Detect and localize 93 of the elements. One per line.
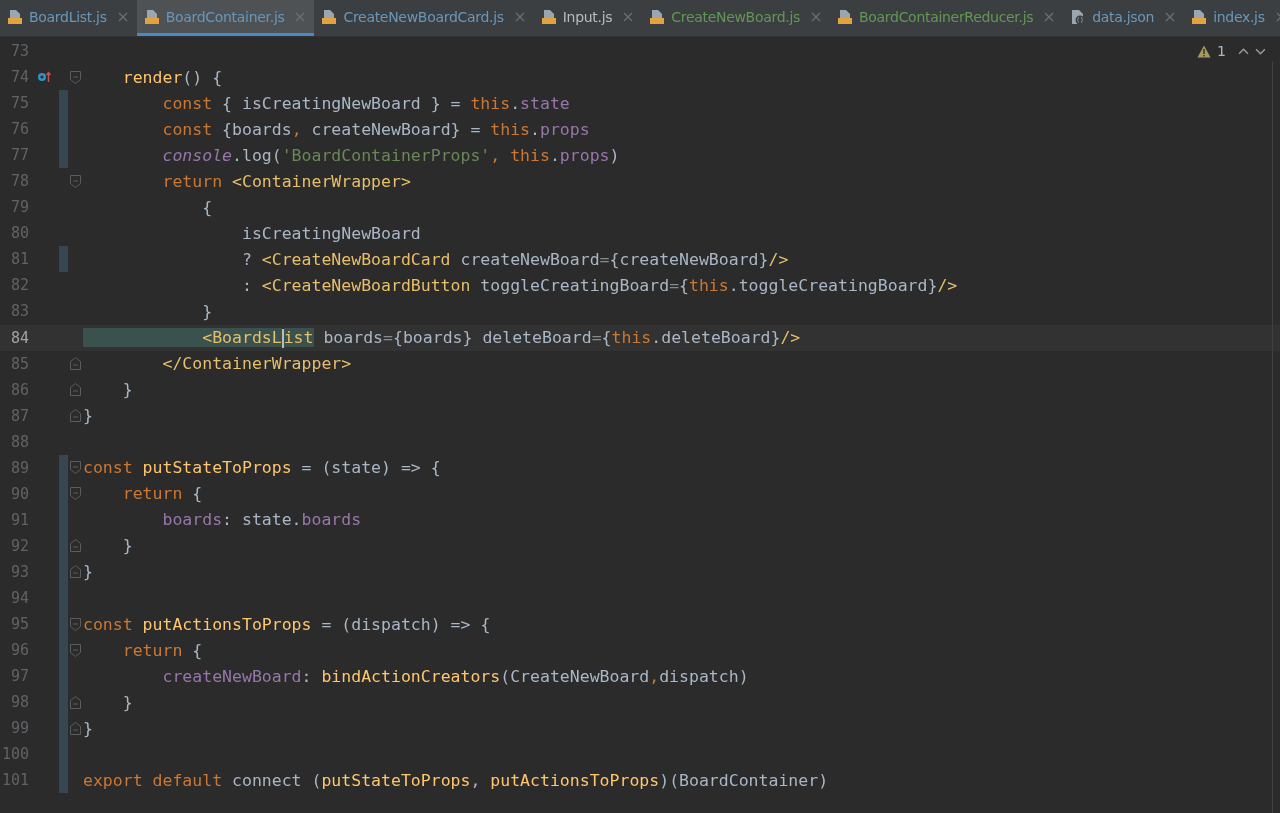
line-number: 94 xyxy=(9,589,29,607)
code-line: return { xyxy=(121,484,203,504)
code-line: } xyxy=(121,536,133,556)
fold-icon[interactable] xyxy=(70,461,81,475)
code-line: } xyxy=(83,562,93,582)
line-number: 89 xyxy=(9,458,29,477)
close-icon[interactable] xyxy=(1044,11,1055,22)
line-number: 84 xyxy=(9,328,29,347)
code-line: const putStateToProps = (state) => { xyxy=(83,458,441,478)
code-line: { xyxy=(201,197,213,217)
unfold-icon[interactable] xyxy=(70,383,81,397)
warning-icon[interactable] xyxy=(1197,44,1212,58)
js-file-icon xyxy=(143,8,160,25)
code-line: return { xyxy=(121,640,203,660)
line-number: 75 xyxy=(9,94,29,113)
line-number: 80 xyxy=(9,224,29,243)
line-number: 79 xyxy=(9,198,29,217)
line-number: 101 xyxy=(0,771,29,790)
js-file-icon xyxy=(649,8,666,25)
line-number: 95 xyxy=(9,615,29,634)
close-icon[interactable] xyxy=(514,11,525,22)
file-tab[interactable]: CreateNewBoardCard.js xyxy=(314,0,534,36)
line-number: 87 xyxy=(9,406,29,425)
unfold-icon[interactable] xyxy=(70,357,81,371)
fold-icon[interactable] xyxy=(70,487,81,501)
js-file-icon xyxy=(540,8,557,25)
override-marker-icon[interactable] xyxy=(37,71,51,84)
line-number: 81 xyxy=(9,250,29,269)
code-line: const { isCreatingNewBoard } = this.state xyxy=(161,93,570,113)
file-tab[interactable]: BoardContainerReducer.js xyxy=(830,0,1064,36)
unfold-icon[interactable] xyxy=(70,409,81,423)
unfold-icon[interactable] xyxy=(70,565,81,579)
unfold-icon[interactable] xyxy=(70,695,81,709)
js-file-icon xyxy=(7,8,23,25)
code-line: render() { xyxy=(121,67,223,87)
code-line: boards: state.boards xyxy=(161,510,362,530)
unfold-icon[interactable] xyxy=(70,539,81,553)
line-number: 73 xyxy=(9,42,29,60)
line-number: 76 xyxy=(9,120,29,139)
code-line: } xyxy=(83,406,93,426)
line-number: 83 xyxy=(9,302,29,321)
code-line: const putActionsToProps = (dispatch) => { xyxy=(83,614,491,634)
line-number: 86 xyxy=(9,380,29,399)
fold-icon[interactable] xyxy=(70,617,81,631)
code-line: console.log('BoardContainerProps', this.props) xyxy=(161,145,620,165)
line-number: 90 xyxy=(9,484,29,503)
fold-icon[interactable] xyxy=(70,174,81,188)
code-line: </ContainerWrapper> xyxy=(161,354,352,374)
code-line: ? <CreateNewBoardCard createNewBoard={createNewBoard}/> xyxy=(240,249,789,269)
line-number: 98 xyxy=(9,693,29,712)
line-number: 99 xyxy=(9,719,29,738)
js-file-icon xyxy=(837,8,853,25)
file-tab[interactable]: Input.js xyxy=(533,0,643,36)
code-line: } xyxy=(83,718,93,738)
file-tab[interactable]: BoardList.js xyxy=(0,0,137,36)
code-line: export default connect (putStateToProps, putActionsToProps)(BoardContainer) xyxy=(83,770,829,790)
chevron-up-icon[interactable] xyxy=(1238,45,1249,57)
close-icon[interactable] xyxy=(1165,11,1176,22)
code-line: : <CreateNewBoardButton toggleCreatingBoard={this.toggleCreatingBoard}/> xyxy=(240,275,958,295)
code-line: } xyxy=(121,380,133,400)
file-tab[interactable]: index.js xyxy=(1184,0,1280,36)
code-line: } xyxy=(121,692,133,712)
line-number: 74 xyxy=(9,68,29,87)
js-file-icon xyxy=(1191,8,1208,25)
code-line: createNewBoard: bindActionCreators(CreateNewBoard,dispatch) xyxy=(161,666,749,686)
line-number: 85 xyxy=(9,354,29,373)
code-line: return <ContainerWrapper> xyxy=(161,171,411,191)
fold-icon[interactable] xyxy=(70,643,81,657)
line-number: 92 xyxy=(9,536,29,555)
line-number: 77 xyxy=(9,146,29,165)
close-icon[interactable] xyxy=(811,11,821,22)
line-number: 96 xyxy=(9,641,29,660)
unfold-icon[interactable] xyxy=(70,721,81,735)
code-line: <BoardsL ist boards={boards} deleteBoard={this.deleteBoard}/> xyxy=(83,327,801,348)
file-tab[interactable]: BoardContainer.js xyxy=(136,0,315,36)
line-number: 91 xyxy=(9,510,29,529)
line-number: 82 xyxy=(9,276,29,295)
fold-icon[interactable] xyxy=(70,70,81,84)
code-line: const {boards, createNewBoard} = this.props xyxy=(161,119,590,139)
code-line: isCreatingNewBoard xyxy=(240,223,421,243)
close-icon[interactable] xyxy=(623,11,634,22)
line-number: 88 xyxy=(9,432,29,451)
close-icon[interactable] xyxy=(295,11,306,22)
warning-count: 1 xyxy=(1217,43,1226,59)
close-icon[interactable] xyxy=(117,11,128,22)
file-tab[interactable]: CreateNewBoard.js xyxy=(642,0,830,36)
js-file-icon xyxy=(321,8,338,25)
code-line: } xyxy=(201,302,213,321)
line-number: 78 xyxy=(9,172,29,191)
file-tab[interactable]: data.json xyxy=(1063,0,1185,36)
line-number: 93 xyxy=(9,562,29,581)
line-number: 100 xyxy=(0,745,29,764)
line-number: 97 xyxy=(9,667,29,686)
